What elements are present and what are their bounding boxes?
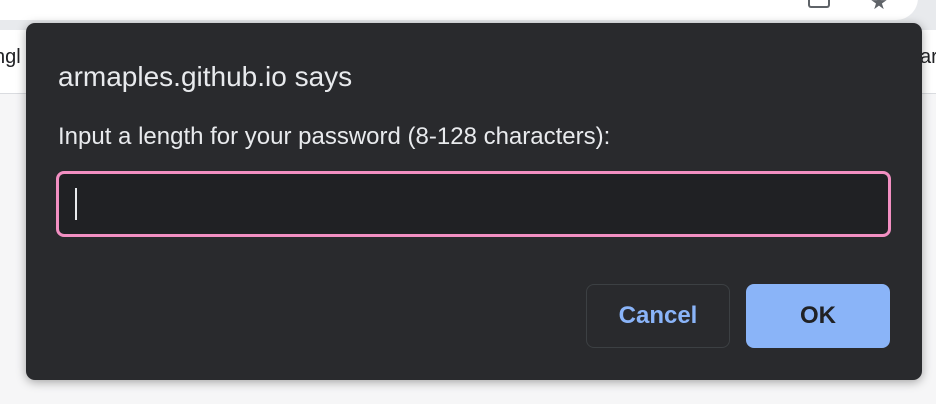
text-caret (75, 188, 77, 220)
star-icon[interactable]: ★ (870, 0, 892, 13)
cancel-button[interactable]: Cancel (586, 284, 730, 348)
ok-button[interactable]: OK (746, 284, 890, 348)
prompt-dialog: armaples.github.io says Input a length f… (26, 23, 922, 380)
address-bar[interactable] (0, 0, 918, 20)
password-length-input[interactable] (59, 174, 888, 234)
password-length-field[interactable] (56, 171, 891, 237)
dialog-message: Input a length for your password (8-128 … (58, 123, 611, 150)
bookmark-item[interactable]: ar (920, 46, 936, 69)
dialog-title: armaples.github.io says (58, 61, 353, 92)
bookmark-item[interactable]: ngl (0, 46, 21, 69)
tab-search-icon[interactable] (808, 0, 830, 8)
browser-window: ★ ngl ar armaples.github.io says Input a… (0, 0, 936, 404)
